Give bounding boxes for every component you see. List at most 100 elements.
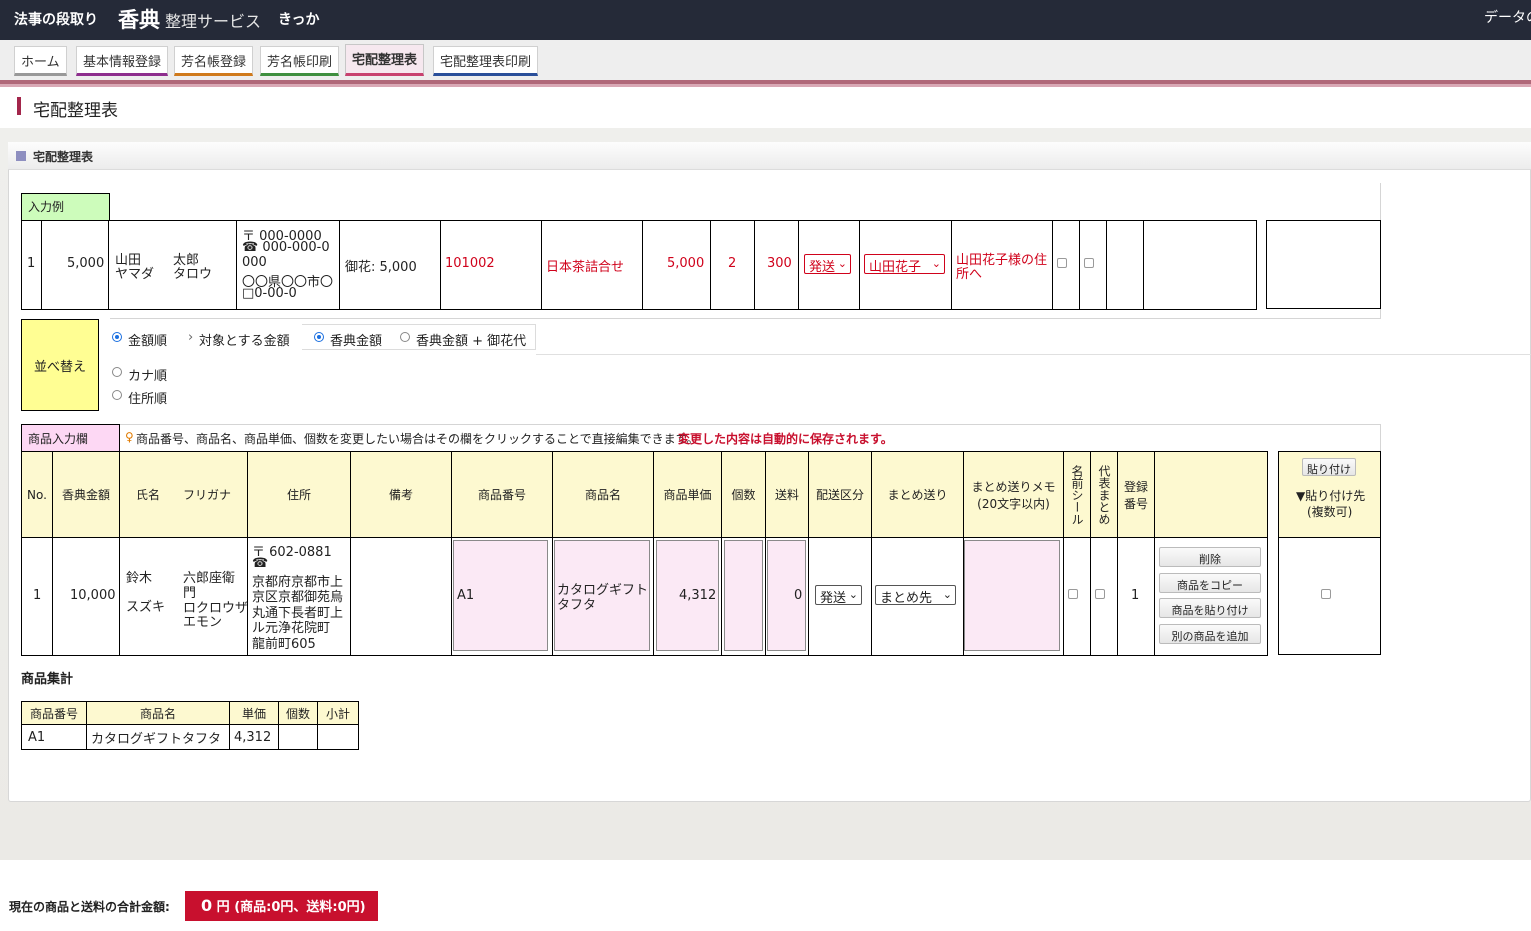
- brand-main: 香典: [118, 7, 160, 32]
- col-product-name: 商品名: [552, 451, 654, 538]
- row-surname-kana: スズキ: [126, 600, 166, 615]
- rep-bundle-checkbox[interactable]: [1095, 589, 1105, 599]
- col-product-no: 商品番号: [451, 451, 553, 538]
- example-surname-kana: ヤマダ: [115, 267, 155, 282]
- bundle-select[interactable]: まとめ先 ⌄: [875, 585, 956, 606]
- col-qty: 個数: [721, 451, 766, 538]
- example-unit-price-text: 5,000: [667, 256, 705, 271]
- sort-option-amount[interactable]: 金額順: [128, 330, 167, 349]
- chevron-down-icon: ⌄: [942, 588, 952, 601]
- example-address2: □0-00-0: [242, 286, 297, 301]
- paste-target-line1: ▼貼り付け先: [1296, 489, 1366, 503]
- col-address: 住所: [247, 451, 351, 538]
- tab-print-guestbook[interactable]: 芳名帳印刷: [260, 46, 340, 76]
- sort-target-label: 対象とする金額: [199, 334, 290, 349]
- tab-register-guestbook[interactable]: 芳名帳登録: [174, 46, 254, 76]
- frame-line: [302, 349, 536, 350]
- frame-line: [535, 324, 536, 350]
- summary-col-qty: 個数: [278, 701, 318, 725]
- header-right-link[interactable]: データの: [1484, 7, 1531, 27]
- example-delivery-select: 発送 ⌄: [804, 254, 851, 275]
- product-input-label: 商品入力欄: [21, 424, 120, 452]
- frame-line: [536, 354, 1531, 355]
- summary-cell-product-name: カタログギフトタフタ: [86, 724, 230, 750]
- title-marker: [17, 97, 21, 115]
- panel-title: 宅配整理表: [33, 150, 94, 164]
- paste-product-button[interactable]: 商品を貼り付け: [1159, 598, 1261, 618]
- example-phone-cont: 000: [242, 255, 267, 270]
- sort-radio-kana[interactable]: [112, 367, 122, 377]
- qty-field[interactable]: [724, 540, 763, 651]
- chevron-right-icon: ›: [188, 330, 194, 345]
- delivery-type-select[interactable]: 発送 ⌄: [815, 585, 862, 606]
- col-actions: [1154, 451, 1268, 538]
- total-unit: 円: [216, 900, 230, 915]
- col-memo-line2: (20文字以内): [977, 496, 1050, 511]
- name-seal-checkbox[interactable]: [1068, 589, 1078, 599]
- paste-button[interactable]: 貼り付け: [1302, 458, 1356, 476]
- col-kana-label: フリガナ: [182, 488, 231, 502]
- add-product-button[interactable]: 別の商品を追加: [1159, 624, 1261, 644]
- delete-button[interactable]: 削除: [1159, 547, 1261, 567]
- example-memo-line2: 所へ: [956, 267, 983, 282]
- total-badge: 0 円 (商品:0円、送料:0円): [185, 891, 378, 921]
- chevron-down-icon: ⌄: [931, 257, 941, 270]
- row-reg-no: 1: [1131, 588, 1140, 603]
- paste-target-line2: (複数可): [1307, 505, 1353, 519]
- col-memo-line1: まとめ送りメモ: [971, 479, 1056, 494]
- col-reg-line2: 番号: [1123, 496, 1148, 511]
- page-title: 宅配整理表: [33, 101, 118, 121]
- target-radio-koden-flowers[interactable]: [400, 332, 410, 342]
- col-note: 備考: [350, 451, 452, 538]
- tab-delivery-sheet[interactable]: 宅配整理表: [345, 44, 425, 76]
- paste-target-checkbox[interactable]: [1321, 589, 1331, 599]
- target-option-koden[interactable]: 香典金額: [330, 330, 382, 349]
- chevron-down-icon: ⌄: [837, 257, 847, 270]
- frame-line: [1380, 424, 1381, 452]
- col-unit-price: 商品単価: [653, 451, 722, 538]
- row-unit-price: 4,312: [679, 588, 717, 603]
- tab-print-delivery-sheet[interactable]: 宅配整理表印刷: [433, 46, 539, 76]
- brand-sub: 整理サービス: [165, 12, 262, 31]
- frame-line: [110, 318, 1381, 319]
- col-name-label: 氏名: [136, 488, 161, 502]
- col-bundle: まとめ送り: [871, 451, 964, 538]
- col-amount: 香典金額: [52, 451, 120, 538]
- summary-title: 商品集計: [21, 672, 74, 687]
- col-delivery: 配送区分: [808, 451, 872, 538]
- sort-radio-address[interactable]: [112, 390, 122, 400]
- col-shipping: 送料: [765, 451, 809, 538]
- accent-stripe-light: [0, 84, 1531, 87]
- example-label: 入力例: [21, 193, 110, 221]
- tab-home[interactable]: ホーム: [14, 46, 67, 76]
- sort-radio-amount[interactable]: [112, 332, 122, 342]
- row-product-name-line2: タフタ: [557, 598, 597, 613]
- row-amount: 10,000: [70, 588, 116, 603]
- row-product-no: A1: [457, 588, 475, 603]
- example-given-kana: タロウ: [173, 267, 213, 282]
- target-radio-koden[interactable]: [314, 332, 324, 342]
- sort-option-address[interactable]: 住所順: [128, 388, 167, 407]
- copy-product-button[interactable]: 商品をコピー: [1159, 573, 1261, 593]
- row-given-kana-line2: エモン: [183, 615, 223, 630]
- summary-col-subtotal: 小計: [317, 701, 359, 725]
- example-phone: ☎ 000-000-0: [242, 240, 330, 255]
- pin-icon: ♀: [125, 430, 134, 444]
- summary-cell-unit-price: 4,312: [229, 724, 279, 750]
- sort-option-kana[interactable]: カナ順: [128, 365, 167, 384]
- example-shipping-text: 300: [767, 256, 792, 271]
- memo-field[interactable]: [964, 540, 1060, 651]
- tab-basic-info[interactable]: 基本情報登録: [76, 46, 169, 76]
- target-option-koden-flowers[interactable]: 香典金額 + 御花代: [416, 330, 526, 349]
- total-label: 現在の商品と送料の合計金額:: [9, 900, 170, 914]
- summary-table: 商品番号 商品名 単価 個数 小計 A1 カタログギフトタフタ 4,312: [21, 701, 359, 750]
- col-no: No.: [21, 451, 53, 538]
- sort-label: 並べ替え: [21, 319, 99, 411]
- product-input-hint: 商品番号、商品名、商品単価、個数を変更したい場合はその欄をクリックすることで直接…: [136, 432, 699, 446]
- product-input-hint-red: 変更した内容は自動的に保存されます。: [678, 432, 893, 446]
- row-address-line5: 龍前町605: [252, 637, 316, 652]
- row-note-cell[interactable]: [350, 537, 452, 656]
- example-rep-checkbox: [1084, 258, 1094, 268]
- example-note-text: 御花: 5,000: [345, 260, 417, 275]
- summary-cell-subtotal: [317, 724, 359, 750]
